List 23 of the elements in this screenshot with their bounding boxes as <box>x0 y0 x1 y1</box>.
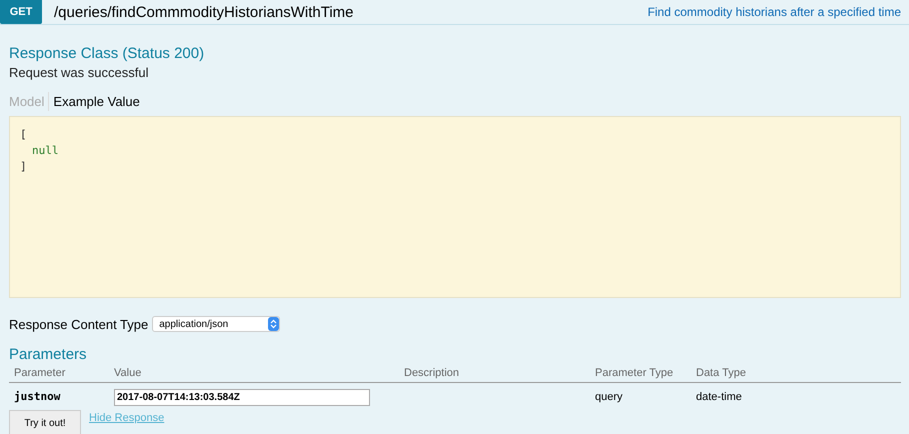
column-header: Data Type <box>696 367 747 379</box>
content-type-label: Response Content Type <box>9 316 148 332</box>
stepper-icon <box>268 317 280 331</box>
model-tab[interactable]: Example Value <box>48 92 144 111</box>
endpoint-summary[interactable]: Find commodity historians after a specified time <box>648 5 901 19</box>
column-header: Parameter Type <box>595 367 674 379</box>
code-line: null <box>31 143 60 159</box>
column-header: Value <box>114 367 142 379</box>
method-badge[interactable]: GET <box>0 0 42 24</box>
value-input[interactable]: 2017-08-07T14:13:03.584Z <box>114 389 370 406</box>
data-type: date-time <box>696 390 743 402</box>
column-header: Parameter <box>14 367 66 379</box>
parameter-name: justnow <box>14 390 62 403</box>
content-type-select[interactable]: application/json <box>152 316 280 332</box>
column-header: Description <box>404 367 460 379</box>
try-it-out-button[interactable]: Try it out! <box>9 410 81 434</box>
parameters-title: Parameters <box>9 346 88 363</box>
parameter-type: query <box>595 390 624 402</box>
response-class-title: Response Class (Status 200) <box>9 45 206 62</box>
response-message: Request was successful <box>9 65 150 80</box>
code-line: ] <box>20 159 28 175</box>
code-line: [ <box>20 127 28 143</box>
endpoint-path[interactable]: /queries/findCommmodityHistoriansWithTime <box>54 4 648 20</box>
